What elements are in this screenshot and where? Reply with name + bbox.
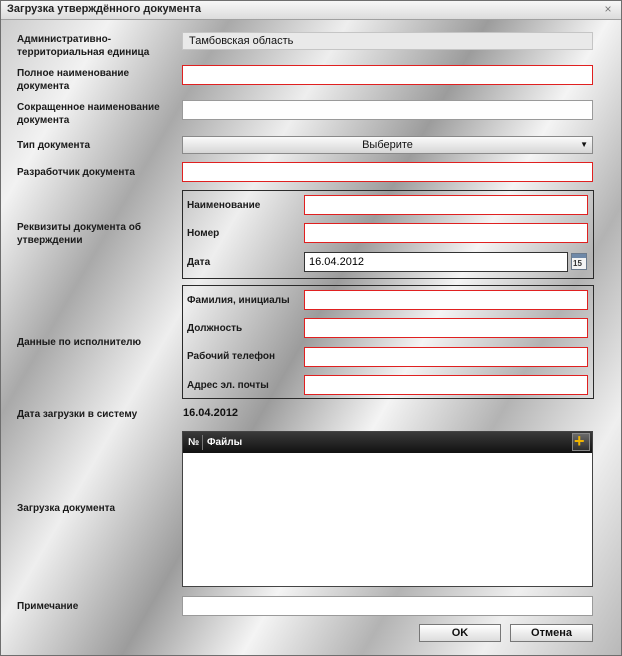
short-name-label: Сокращенное наименование документа [17,102,160,126]
executor-position-input[interactable] [304,318,588,338]
full-name-label: Полное наименование документа [17,68,130,92]
executor-fio-label: Фамилия, инициалы [187,295,290,306]
admin-unit-value: Тамбовская область [182,32,593,50]
doc-type-label: Тип документа [17,140,91,151]
approval-name-input[interactable] [304,195,588,215]
dialog-window: Загрузка утверждённого документа × Админ… [0,0,622,656]
files-grid-header: № Файлы + [183,431,592,453]
close-icon[interactable]: × [601,2,615,16]
doc-type-select[interactable]: Выберите ▼ [182,136,593,154]
doc-type-selected: Выберите [362,139,413,151]
col-files-header: Файлы [207,437,243,448]
approval-number-input[interactable] [304,223,588,243]
short-name-input[interactable] [182,100,593,120]
note-input[interactable] [182,596,593,616]
note-label: Примечание [17,601,79,612]
executor-fio-input[interactable] [304,290,588,310]
full-name-input[interactable] [182,65,593,85]
approval-label: Реквизиты документа об утверждении [17,222,142,246]
cancel-button[interactable]: Отмена [510,624,593,642]
approval-number-label: Номер [187,228,220,239]
executor-email-input[interactable] [304,375,588,395]
files-grid[interactable]: № Файлы + [182,431,593,587]
calendar-icon[interactable]: 15 [571,253,587,270]
executor-label: Данные по исполнителю [17,337,142,348]
approval-date-label: Дата [187,257,211,268]
plus-icon: + [574,431,585,451]
executor-email-label: Адрес эл. почты [187,380,269,391]
col-number-header: № [188,437,200,448]
approval-date-input[interactable] [304,252,568,272]
title-bar[interactable]: Загрузка утверждённого документа × [1,1,621,20]
developer-label: Разработчик документа [17,167,135,178]
upload-date-label: Дата загрузки в систему [17,409,138,420]
chevron-down-icon: ▼ [580,140,588,149]
executor-phone-input[interactable] [304,347,588,367]
dialog-title: Загрузка утверждённого документа [7,3,201,15]
ok-button[interactable]: OK [419,624,501,642]
admin-unit-label: Административно-территориальная единица [17,34,150,58]
developer-input[interactable] [182,162,593,182]
add-file-button[interactable]: + [572,431,590,451]
executor-phone-label: Рабочий телефон [187,351,276,362]
upload-label: Загрузка документа [17,503,116,514]
column-separator [202,435,203,450]
upload-date-value: 16.04.2012 [183,407,239,419]
approval-name-label: Наименование [187,200,261,211]
executor-position-label: Должность [187,323,243,334]
